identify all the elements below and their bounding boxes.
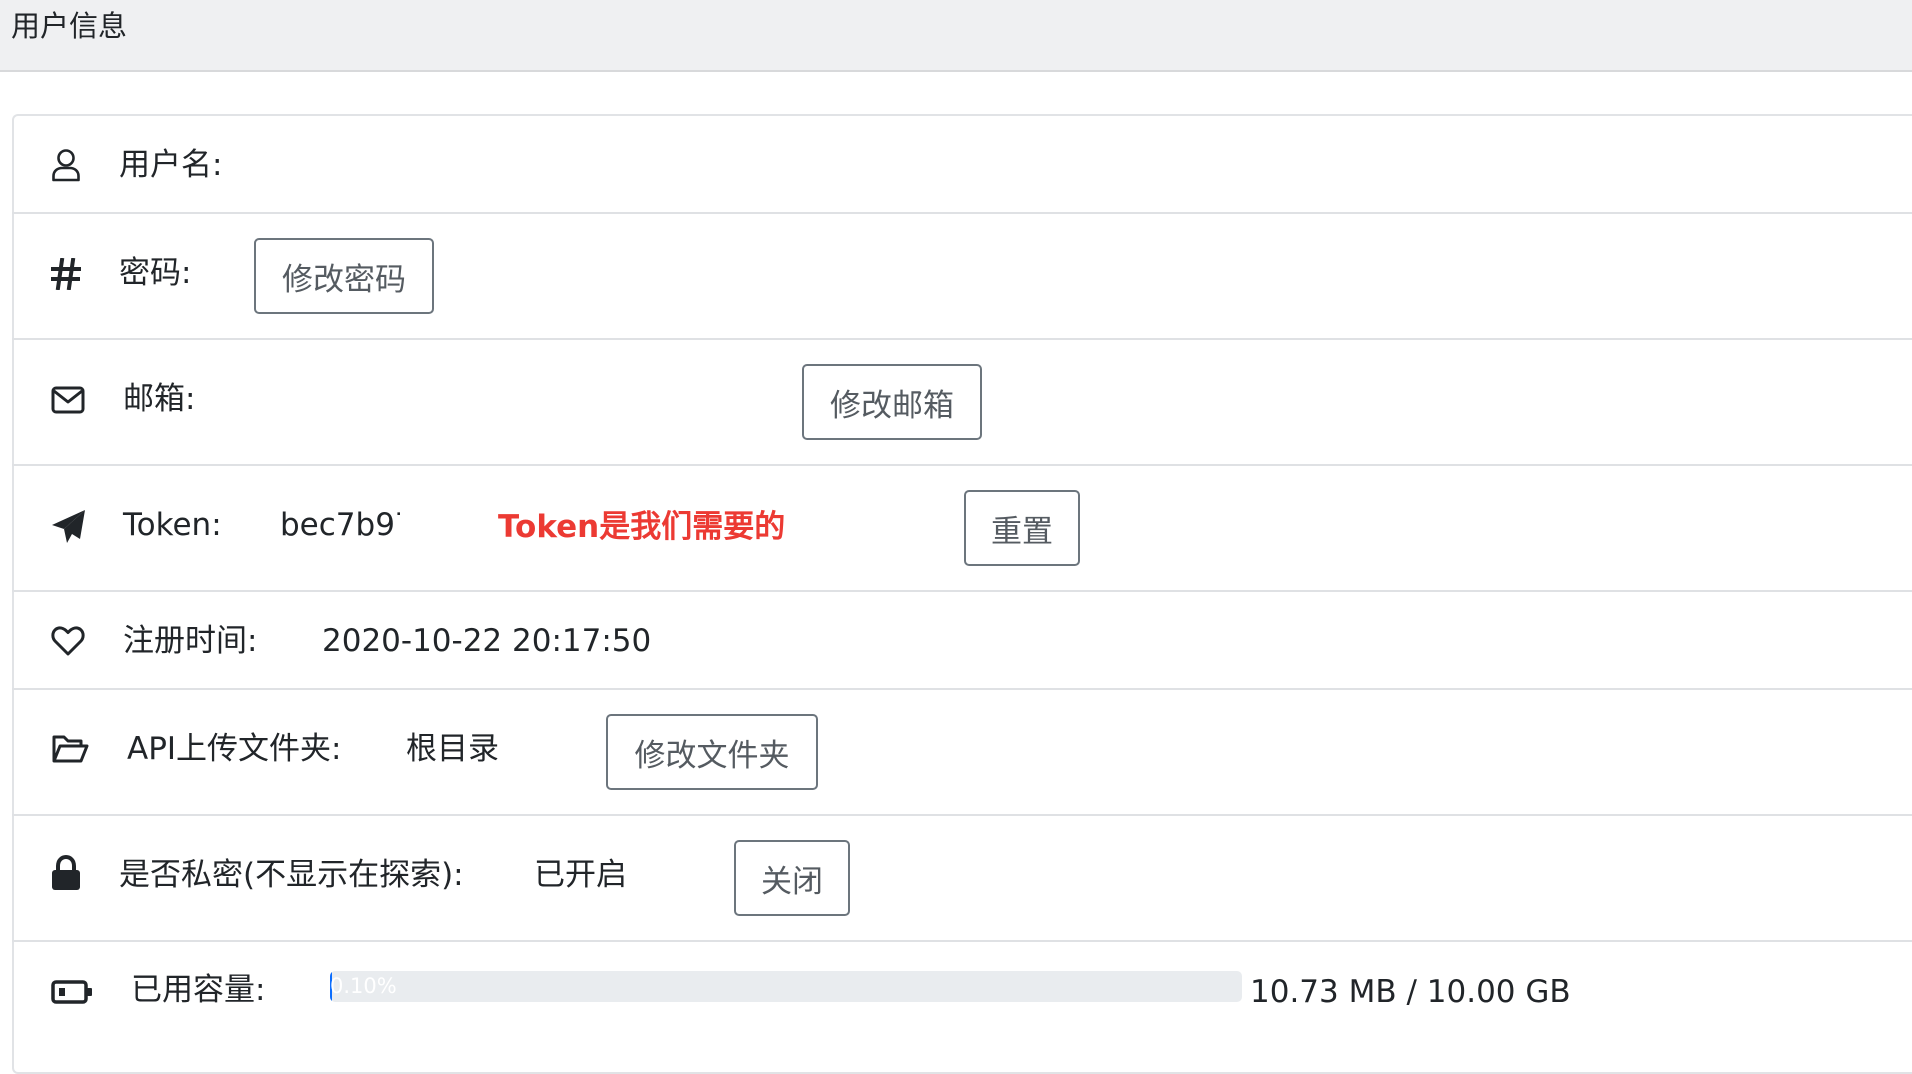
page-header: 用户信息 xyxy=(0,0,1912,72)
page-title: 用户信息 xyxy=(11,9,128,43)
heart-icon xyxy=(51,626,85,656)
token-label: Token: xyxy=(123,507,222,543)
username-label: 用户名: xyxy=(119,147,223,183)
token-value: bec7b97 xyxy=(280,507,400,543)
privacy-value: 已开启 xyxy=(534,857,627,893)
folder-label: API上传文件夹: xyxy=(127,731,342,767)
username-row xyxy=(12,116,1912,214)
battery-icon xyxy=(51,980,92,1004)
disable-private-button[interactable]: 关闭 xyxy=(734,840,850,916)
folder-open-icon xyxy=(52,735,89,763)
privacy-label: 是否私密(不显示在探索): xyxy=(119,857,464,893)
storage-progress-bar: 0.10% xyxy=(330,971,1242,1002)
folder-value: 根目录 xyxy=(406,731,499,767)
storage-value: 10.73 MB / 10.00 GB xyxy=(1250,974,1571,1010)
user-icon xyxy=(52,149,80,182)
registered-label: 注册时间: xyxy=(123,623,258,659)
storage-progress-text: 0.10% xyxy=(330,974,397,998)
storage-label: 已用容量: xyxy=(131,972,266,1008)
paper-plane-icon xyxy=(52,510,85,543)
envelope-icon xyxy=(51,386,85,414)
email-label: 邮箱: xyxy=(123,381,196,417)
password-label: 密码: xyxy=(119,255,192,291)
change-password-button[interactable]: 修改密码 xyxy=(254,238,434,314)
change-email-button[interactable]: 修改邮箱 xyxy=(802,364,982,440)
reset-token-button[interactable]: 重置 xyxy=(964,490,1080,566)
token-annotation: Token是我们需要的 xyxy=(498,509,786,545)
hash-icon xyxy=(51,258,81,290)
lock-icon xyxy=(52,855,80,890)
registered-row xyxy=(12,592,1912,690)
registered-value: 2020-10-22 20:17:50 xyxy=(322,623,652,659)
change-folder-button[interactable]: 修改文件夹 xyxy=(606,714,818,790)
